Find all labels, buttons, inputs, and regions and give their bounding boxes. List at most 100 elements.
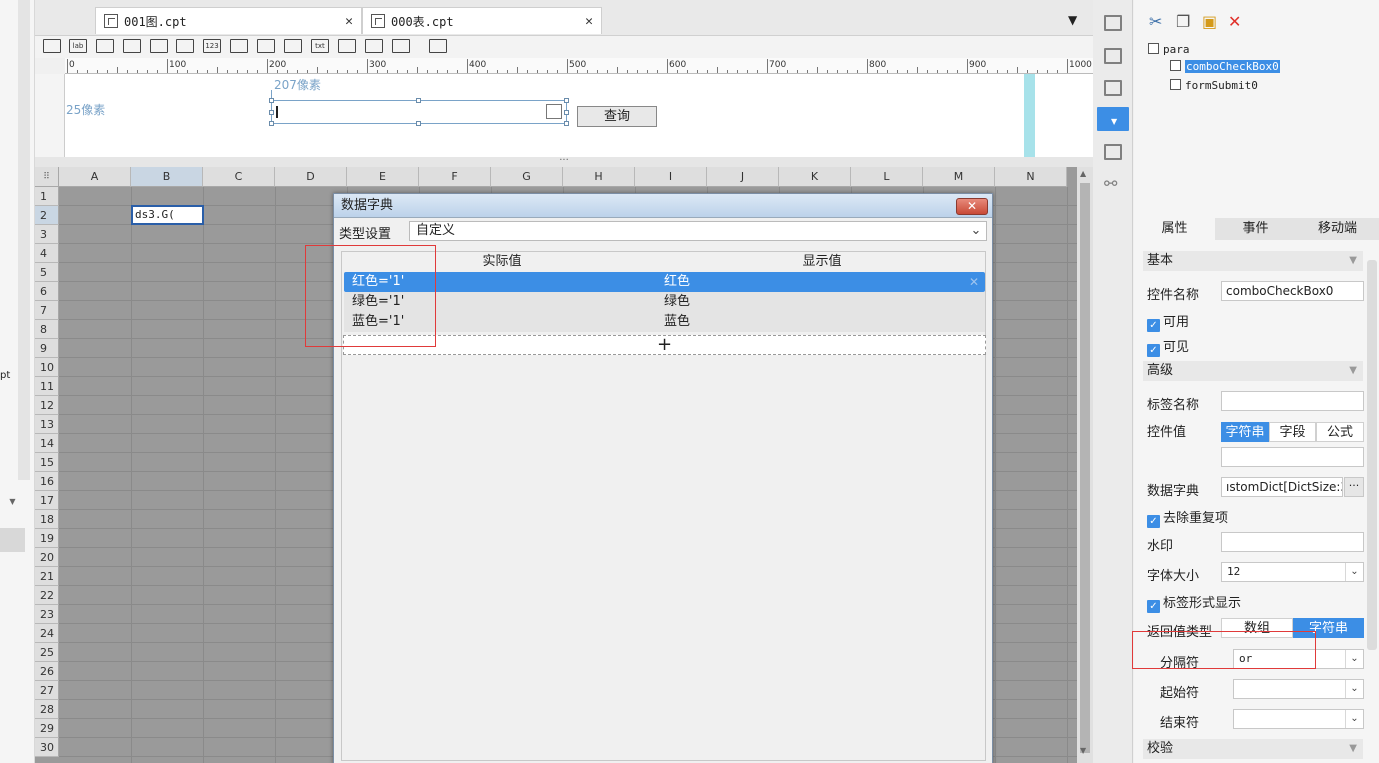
panel-scrollbar[interactable] xyxy=(1367,260,1377,650)
resize-handle[interactable] xyxy=(564,98,569,103)
column-header[interactable]: C xyxy=(203,167,275,187)
checkbox-group-tool-icon[interactable] xyxy=(284,39,302,53)
dedupe-checkbox[interactable]: ✓ 去除重复项 xyxy=(1147,507,1228,528)
row-header[interactable]: 11 xyxy=(35,377,59,396)
cell-b2[interactable]: ds3.G( xyxy=(131,205,204,225)
start-char-select[interactable]: ⌄ xyxy=(1233,679,1364,699)
row-header[interactable]: 4 xyxy=(35,244,59,263)
visible-checkbox[interactable]: ✓ 可见 xyxy=(1147,336,1189,357)
add-row-button[interactable]: + xyxy=(343,335,986,355)
password-tool-icon[interactable] xyxy=(338,39,356,53)
row-header[interactable]: 5 xyxy=(35,263,59,282)
paste-icon[interactable]: ▣ xyxy=(1202,12,1217,31)
row-header[interactable]: 24 xyxy=(35,624,59,643)
pane-splitter[interactable]: ··· xyxy=(35,156,1093,167)
column-header[interactable]: D xyxy=(275,167,347,187)
button-tool-icon[interactable] xyxy=(96,39,114,53)
close-icon[interactable]: ✕ xyxy=(585,14,593,29)
end-char-select[interactable]: ⌄ xyxy=(1233,709,1364,729)
row-header[interactable]: 14 xyxy=(35,434,59,453)
list-layout-icon[interactable] xyxy=(1104,144,1122,160)
textbox-tool-icon[interactable] xyxy=(43,39,61,53)
select-all-corner-icon[interactable]: ⠿ xyxy=(35,167,59,187)
row-header[interactable]: 8 xyxy=(35,320,59,339)
column-header[interactable]: N xyxy=(995,167,1067,187)
chevron-down-icon[interactable]: ⌄ xyxy=(1345,680,1363,698)
resize-handle[interactable] xyxy=(416,98,421,103)
font-size-select[interactable]: 12 ⌄ xyxy=(1221,562,1364,582)
link-icon[interactable]: ⚯ xyxy=(1104,174,1117,193)
tree-item-formsubmit[interactable]: formSubmit0 xyxy=(1170,79,1258,92)
combo-checkbox-widget[interactable] xyxy=(269,98,569,126)
close-icon[interactable]: ✕ xyxy=(345,14,353,29)
row-header[interactable]: 25 xyxy=(35,643,59,662)
tab-properties[interactable]: 属性 xyxy=(1134,218,1215,240)
column-header[interactable]: J xyxy=(707,167,779,187)
close-icon[interactable]: ✕ xyxy=(956,198,988,215)
data-dict-input[interactable]: ıstomDict[DictSize:3] xyxy=(1221,477,1343,497)
column-header[interactable]: L xyxy=(851,167,923,187)
row-header[interactable]: 6 xyxy=(35,282,59,301)
cut-icon[interactable]: ✂ xyxy=(1149,12,1162,31)
label-display-checkbox[interactable]: ✓ 标签形式显示 xyxy=(1147,592,1241,613)
chevron-down-icon[interactable]: ▼ xyxy=(1349,739,1357,759)
column-header[interactable]: I xyxy=(635,167,707,187)
list-tool-icon[interactable] xyxy=(150,39,168,53)
resize-handle[interactable] xyxy=(564,110,569,115)
chevron-down-icon[interactable]: ⌄ xyxy=(1345,710,1363,728)
scroll-down-icon[interactable]: ▼ xyxy=(1080,746,1086,755)
column-header[interactable]: B xyxy=(131,167,203,187)
more-tools-icon[interactable] xyxy=(429,39,447,53)
scroll-thumb[interactable] xyxy=(1080,183,1090,753)
row-header[interactable]: 10 xyxy=(35,358,59,377)
collapse-icon[interactable]: ▼ xyxy=(0,497,25,509)
row-header[interactable]: 21 xyxy=(35,567,59,586)
row-header[interactable]: 12 xyxy=(35,396,59,415)
layout-icon[interactable] xyxy=(1104,15,1122,31)
copy-icon[interactable]: ❐ xyxy=(1176,12,1190,31)
chevron-down-icon[interactable]: ⌄ xyxy=(968,222,984,240)
dropdown-list-icon[interactable] xyxy=(546,104,562,119)
row-header[interactable]: 29 xyxy=(35,719,59,738)
left-scrollbar[interactable] xyxy=(18,0,30,480)
left-selected-item[interactable] xyxy=(0,528,25,552)
resize-handle[interactable] xyxy=(269,98,274,103)
row-header[interactable]: 27 xyxy=(35,681,59,700)
dict-row[interactable]: 蓝色='1' 蓝色 xyxy=(344,312,985,332)
radio-group-tool-icon[interactable] xyxy=(257,39,275,53)
number-tool-icon[interactable]: 123 xyxy=(203,39,221,53)
textarea-tool-icon[interactable] xyxy=(230,39,248,53)
widget-name-input[interactable]: comboCheckBox0 xyxy=(1221,281,1364,301)
column-header[interactable]: E xyxy=(347,167,419,187)
row-header[interactable]: 20 xyxy=(35,548,59,567)
section-basic[interactable]: 基本 ▼ xyxy=(1143,251,1363,271)
date-tool-icon[interactable] xyxy=(176,39,194,53)
tab-events[interactable]: 事件 xyxy=(1215,218,1296,240)
resize-handle[interactable] xyxy=(269,110,274,115)
tree-item-combocheckbox[interactable]: comboCheckBox0 xyxy=(1170,60,1280,73)
row-header[interactable]: 19 xyxy=(35,529,59,548)
canvas-boundary-bar[interactable] xyxy=(1024,74,1035,157)
value-type-string[interactable]: 字符串 xyxy=(1221,422,1269,442)
section-advanced[interactable]: 高级 ▼ xyxy=(1143,361,1363,381)
grid-layout-icon[interactable] xyxy=(1104,48,1122,64)
dict-row[interactable]: 红色='1' 红色 ✕ xyxy=(344,272,985,292)
resize-handle[interactable] xyxy=(564,121,569,126)
column-header[interactable]: M xyxy=(923,167,995,187)
frame-icon[interactable] xyxy=(1104,80,1122,96)
checkbox-tool-icon[interactable] xyxy=(365,39,383,53)
column-header[interactable]: K xyxy=(779,167,851,187)
tree-tool-icon[interactable] xyxy=(392,39,410,53)
label-name-input[interactable] xyxy=(1221,391,1364,411)
more-options-button[interactable]: ··· xyxy=(1344,477,1364,497)
text-tool-icon[interactable]: txt xyxy=(311,39,329,53)
row-header[interactable]: 13 xyxy=(35,415,59,434)
tree-root-para[interactable]: para xyxy=(1148,43,1190,56)
resize-handle[interactable] xyxy=(269,121,274,126)
chevron-down-icon[interactable]: ⌄ xyxy=(1345,650,1363,668)
resize-handle[interactable] xyxy=(416,121,421,126)
row-header[interactable]: 26 xyxy=(35,662,59,681)
row-header[interactable]: 7 xyxy=(35,301,59,320)
tab-menu-icon[interactable]: ▼ xyxy=(1068,13,1077,27)
watermark-input[interactable] xyxy=(1221,532,1364,552)
